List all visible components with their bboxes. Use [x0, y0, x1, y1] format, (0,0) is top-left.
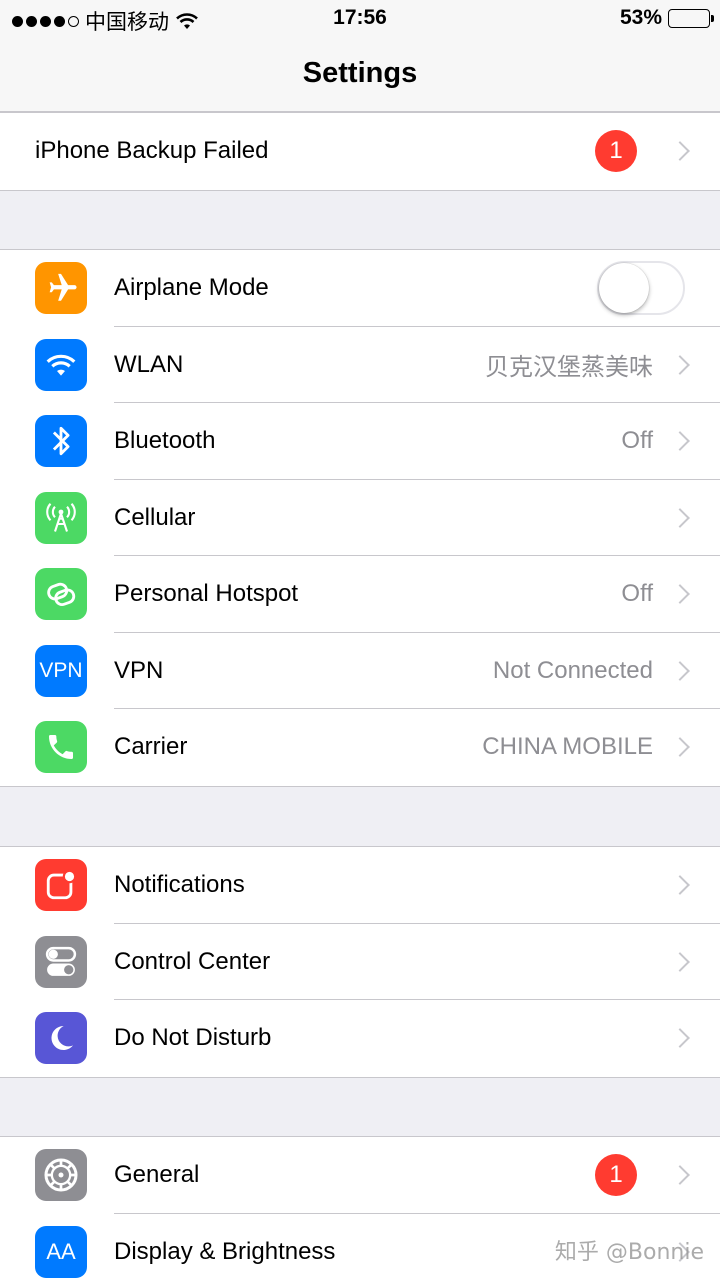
cellular-label: Cellular: [114, 503, 196, 531]
status-bar: 中国移动 17:56 53%: [0, 0, 720, 36]
personal-hotspot-label: Personal Hotspot: [114, 580, 299, 608]
chevron-right-icon: [670, 1165, 690, 1186]
general-label: General: [114, 1161, 200, 1189]
status-right: 53%: [619, 6, 714, 30]
backup-group: iPhone Backup Failed 1: [0, 112, 720, 191]
navigation-bar: Settings: [0, 36, 720, 112]
settings-row-do-not-disturb[interactable]: Do Not Disturb: [0, 1000, 720, 1077]
battery-percent: 53%: [619, 6, 662, 29]
settings-row-bluetooth[interactable]: Bluetooth Off: [0, 403, 720, 480]
settings-row-cellular[interactable]: Cellular: [0, 480, 720, 556]
settings-row-notifications[interactable]: Notifications: [0, 847, 720, 924]
wifi-icon: [35, 338, 87, 391]
settings-row-airplane-mode[interactable]: Airplane Mode: [0, 250, 720, 327]
chevron-right-icon: [670, 660, 690, 681]
bluetooth-icon: [35, 415, 87, 468]
settings-row-control-center[interactable]: Control Center: [0, 924, 720, 1000]
personal-hotspot-status: Off: [621, 580, 653, 608]
settings-row-vpn[interactable]: VPN VPN Not Connected: [0, 633, 720, 709]
airplane-mode-label: Airplane Mode: [114, 274, 269, 302]
chevron-right-icon: [670, 584, 690, 605]
chevron-right-icon: [670, 737, 690, 758]
toggles-icon: [35, 935, 87, 988]
chevron-right-icon: [670, 141, 690, 162]
backup-failed-row[interactable]: iPhone Backup Failed 1: [0, 113, 720, 190]
settings-row-carrier[interactable]: Carrier CHINA MOBILE: [0, 709, 720, 786]
control-center-label: Control Center: [114, 947, 271, 975]
bluetooth-status: Off: [621, 427, 653, 455]
notifications-label: Notifications: [114, 871, 245, 899]
watermark: 知乎 @Bonnie: [554, 1240, 704, 1265]
gear-icon: [35, 1149, 87, 1202]
vpn-icon: VPN: [35, 644, 87, 697]
notification-badge: 1: [595, 1154, 637, 1197]
phone-icon: [35, 721, 87, 774]
status-time: 17:56: [333, 6, 387, 29]
text-size-icon: AA: [35, 1225, 87, 1278]
moon-icon: [35, 1012, 87, 1065]
link-icon: [35, 568, 87, 621]
notification-badge: 1: [595, 130, 637, 173]
vpn-status: Not Connected: [492, 656, 653, 684]
chevron-right-icon: [670, 1028, 690, 1049]
settings-row-general[interactable]: General 1: [0, 1137, 720, 1214]
chevron-right-icon: [670, 951, 690, 972]
display-brightness-label: Display & Brightness: [114, 1237, 336, 1265]
network-group: Airplane Mode WLAN 贝克汉堡蒸美味 Bluetooth Off: [0, 249, 720, 787]
chevron-right-icon: [670, 875, 690, 896]
carrier-value: CHINA MOBILE: [482, 733, 653, 761]
notifications-icon: [35, 859, 87, 912]
backup-failed-label: iPhone Backup Failed: [35, 137, 269, 165]
airplane-mode-toggle[interactable]: [597, 261, 685, 316]
vpn-label: VPN: [114, 656, 164, 684]
settings-row-wlan[interactable]: WLAN 贝克汉堡蒸美味: [0, 327, 720, 403]
do-not-disturb-label: Do Not Disturb: [114, 1024, 272, 1052]
bluetooth-label: Bluetooth: [114, 427, 216, 455]
wlan-network-name: 贝克汉堡蒸美味: [485, 353, 653, 382]
chevron-right-icon: [670, 354, 690, 375]
wlan-label: WLAN: [114, 350, 184, 378]
system-group: Notifications Control Center Do Not Dist…: [0, 846, 720, 1078]
page-title: Settings: [302, 57, 418, 89]
chevron-right-icon: [670, 507, 690, 528]
settings-row-personal-hotspot[interactable]: Personal Hotspot Off: [0, 556, 720, 633]
battery-icon: [668, 8, 714, 28]
carrier-label: Carrier: [114, 733, 188, 761]
chevron-right-icon: [670, 431, 690, 452]
antenna-icon: [35, 491, 87, 544]
airplane-icon: [35, 262, 87, 315]
